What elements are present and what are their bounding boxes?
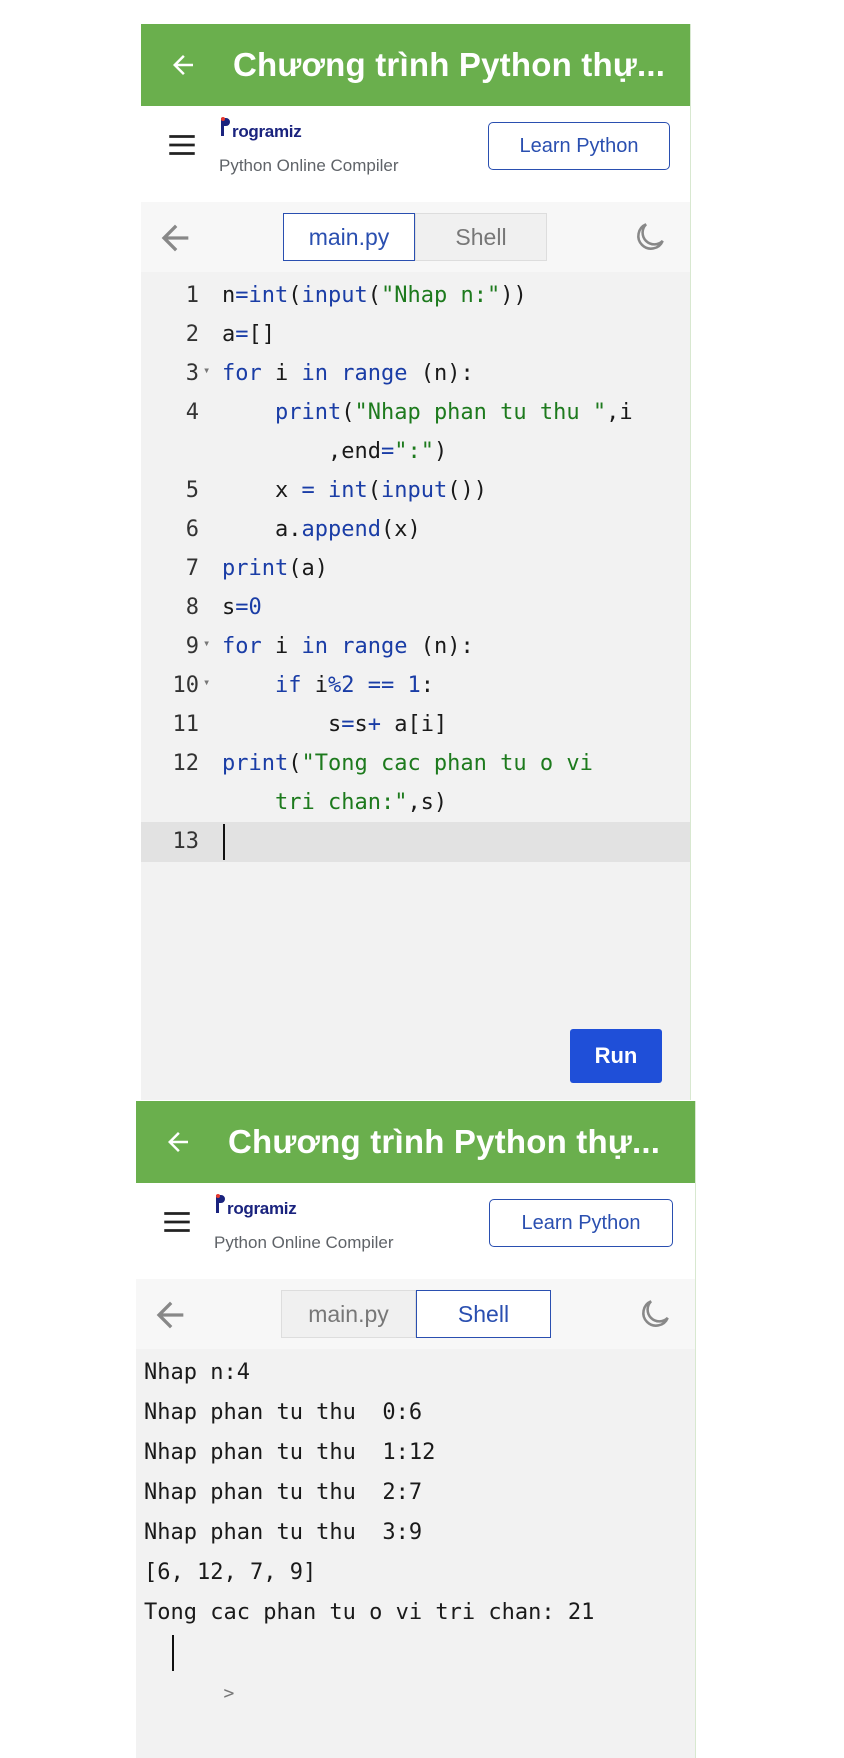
tab-bar: main.py Shell bbox=[141, 202, 690, 273]
tab-shell[interactable]: Shell bbox=[416, 1290, 551, 1338]
programiz-logo[interactable]: rogramiz bbox=[214, 1193, 297, 1219]
moon-icon[interactable] bbox=[631, 218, 669, 256]
output-line: Nhap phan tu thu 3:9 bbox=[144, 1520, 423, 1545]
fold-arrow-icon[interactable]: ▾ bbox=[203, 623, 210, 663]
code-text: a.append(x) bbox=[222, 517, 421, 542]
tab-main-py[interactable]: main.py bbox=[281, 1290, 416, 1338]
line-number: 13 bbox=[172, 829, 200, 854]
line-number: 2 bbox=[185, 322, 199, 347]
code-line: 2 a=[] bbox=[141, 315, 690, 355]
shell-prompt-line[interactable]: > bbox=[144, 1633, 234, 1704]
run-button[interactable]: Run bbox=[570, 1029, 662, 1083]
active-code-line[interactable]: 13 bbox=[141, 822, 690, 862]
code-line: 5 x = int(input()) bbox=[141, 471, 690, 511]
code-line-wrap: tri chan:",s) bbox=[141, 783, 690, 823]
programiz-logo-icon bbox=[221, 117, 230, 136]
fold-arrow-icon[interactable]: ▾ bbox=[203, 350, 210, 390]
code-line: 6 a.append(x) bbox=[141, 510, 690, 550]
code-editor[interactable]: 1 n=int(input("Nhap n:")) 2 a=[] 3 ▾ for… bbox=[141, 272, 690, 1100]
compiler-subtitle: Python Online Compiler bbox=[219, 156, 399, 175]
code-text: s=s+ a[i] bbox=[222, 712, 448, 737]
app-title: Chương trình Python thự... bbox=[233, 46, 666, 83]
back-arrow-icon[interactable] bbox=[150, 1295, 190, 1335]
code-line: 9 ▾ for i in range (n): bbox=[141, 627, 690, 667]
logo-text: rogramiz bbox=[232, 122, 302, 141]
output-line: Nhap phan tu thu 0:6 bbox=[144, 1400, 423, 1425]
line-number: 8 bbox=[185, 595, 199, 620]
code-text: a=[] bbox=[222, 322, 275, 347]
code-line: 12 print("Tong cac phan tu o vi bbox=[141, 744, 690, 784]
back-arrow-icon bbox=[168, 1132, 188, 1152]
shell-prompt: > bbox=[223, 1683, 235, 1704]
line-number: 12 bbox=[172, 751, 200, 776]
line-number: 11 bbox=[172, 712, 200, 737]
code-line: 11 s=s+ a[i] bbox=[141, 705, 690, 745]
programiz-logo[interactable]: rogramiz bbox=[219, 116, 302, 142]
back-arrow-icon bbox=[173, 55, 193, 75]
output-line: Nhap phan tu thu 1:12 bbox=[144, 1440, 436, 1465]
code-text: if i%2 == 1: bbox=[274, 673, 434, 698]
line-number: 6 bbox=[185, 517, 199, 542]
back-button[interactable] bbox=[141, 24, 225, 106]
editor-screen: Chương trình Python thự... rogramiz Pyth… bbox=[141, 24, 691, 1100]
code-text: print("Nhap phan tu thu ",i bbox=[274, 400, 633, 425]
output-line: Nhap phan tu thu 2:7 bbox=[144, 1480, 423, 1505]
code-text: x = int(input()) bbox=[222, 478, 487, 503]
tab-main-py[interactable]: main.py bbox=[283, 213, 415, 261]
code-line-wrap: ,end=":") bbox=[141, 432, 690, 472]
compiler-subtitle: Python Online Compiler bbox=[214, 1233, 394, 1252]
back-arrow-icon[interactable] bbox=[155, 218, 195, 258]
text-cursor bbox=[172, 1635, 174, 1671]
line-number: 7 bbox=[185, 556, 199, 581]
code-text: n=int(input("Nhap n:")) bbox=[222, 283, 527, 308]
programiz-logo-icon bbox=[216, 1194, 225, 1213]
code-text: print(a) bbox=[222, 556, 328, 581]
line-number: 5 bbox=[185, 478, 199, 503]
output-line: Tong cac phan tu o vi tri chan: 21 bbox=[144, 1600, 595, 1625]
code-line: 8 s=0 bbox=[141, 588, 690, 628]
site-header: rogramiz Python Online Compiler Learn Py… bbox=[141, 106, 690, 203]
code-text: s=0 bbox=[222, 595, 262, 620]
app-bar: Chương trình Python thự... bbox=[141, 24, 690, 106]
app-title: Chương trình Python thự... bbox=[228, 1123, 661, 1160]
output-line: Nhap n:4 bbox=[144, 1360, 250, 1385]
hamburger-menu-icon[interactable] bbox=[160, 1205, 194, 1239]
line-number: 4 bbox=[185, 400, 199, 425]
code-line: 7 print(a) bbox=[141, 549, 690, 589]
code-text: for i in range (n): bbox=[222, 634, 474, 659]
tab-shell[interactable]: Shell bbox=[415, 213, 547, 261]
learn-python-button[interactable]: Learn Python bbox=[488, 122, 670, 170]
site-header: rogramiz Python Online Compiler Learn Py… bbox=[136, 1183, 695, 1280]
code-line: 3 ▾ for i in range (n): bbox=[141, 354, 690, 394]
output-line: [6, 12, 7, 9] bbox=[144, 1560, 317, 1585]
app-bar: Chương trình Python thự... bbox=[136, 1101, 695, 1183]
text-cursor bbox=[223, 824, 225, 860]
code-text: print("Tong cac phan tu o vi bbox=[222, 751, 593, 776]
fold-arrow-icon[interactable]: ▾ bbox=[203, 662, 210, 702]
line-number: 10 bbox=[172, 673, 200, 698]
back-button[interactable] bbox=[136, 1101, 220, 1183]
learn-python-button[interactable]: Learn Python bbox=[489, 1199, 673, 1247]
code-line: 1 n=int(input("Nhap n:")) bbox=[141, 276, 690, 316]
moon-icon[interactable] bbox=[636, 1295, 674, 1333]
logo-text: rogramiz bbox=[227, 1199, 297, 1218]
code-line: 10 ▾ if i%2 == 1: bbox=[141, 666, 690, 706]
tab-bar: main.py Shell bbox=[136, 1279, 695, 1350]
code-text: tri chan:",s) bbox=[274, 790, 448, 815]
code-text: ,end=":") bbox=[222, 439, 448, 464]
shell-output[interactable]: Nhap n:4 Nhap phan tu thu 0:6 Nhap phan … bbox=[136, 1349, 695, 1758]
hamburger-menu-icon[interactable] bbox=[165, 128, 199, 162]
shell-screen: Chương trình Python thự... rogramiz Pyth… bbox=[136, 1101, 696, 1758]
line-number: 3 bbox=[185, 361, 199, 386]
line-number: 1 bbox=[185, 283, 199, 308]
line-number: 9 bbox=[185, 634, 199, 659]
code-text: for i in range (n): bbox=[222, 361, 474, 386]
code-line: 4 print("Nhap phan tu thu ",i bbox=[141, 393, 690, 433]
